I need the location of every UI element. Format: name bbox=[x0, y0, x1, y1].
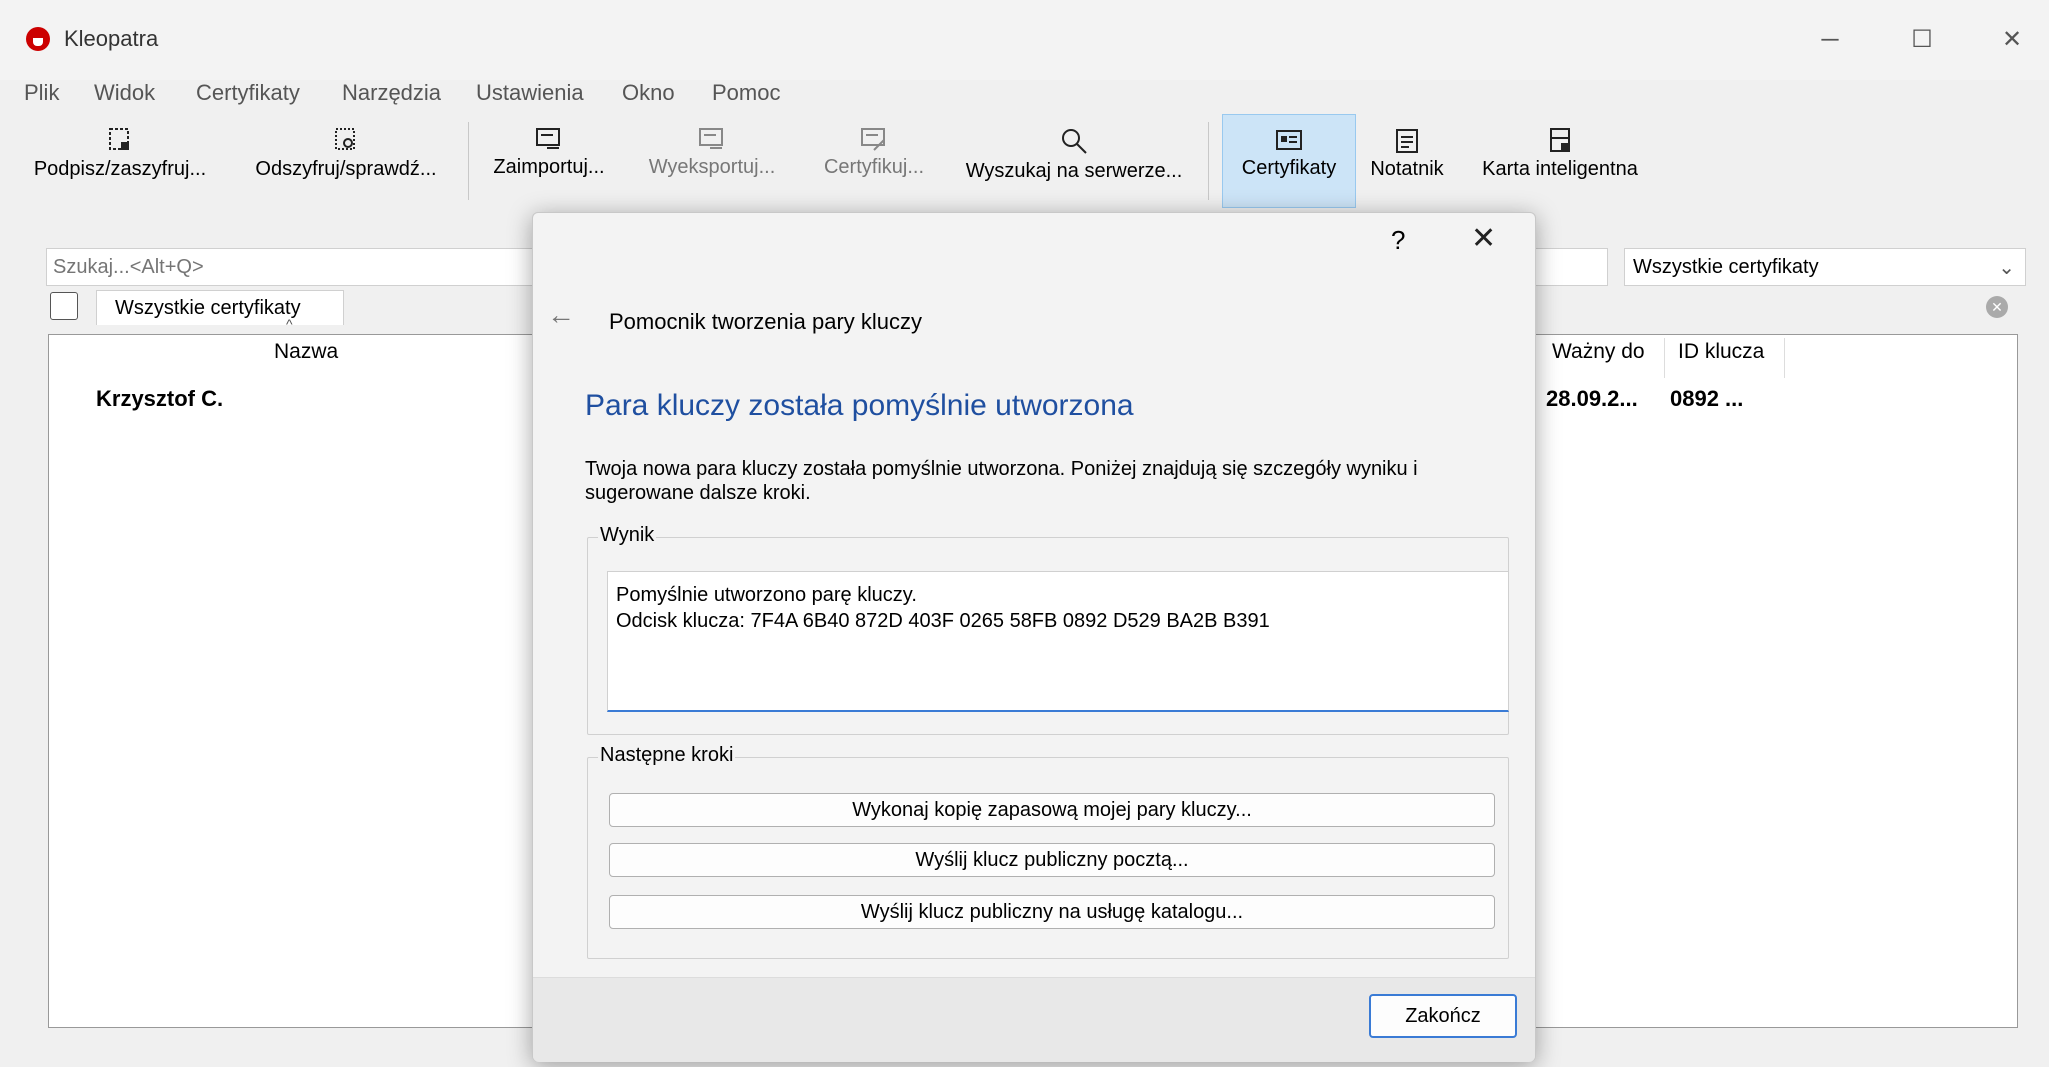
wizard-title: Pomocnik tworzenia pary kluczy bbox=[609, 309, 923, 334]
wizard-heading: Para kluczy została pomyślnie utworzona bbox=[585, 389, 1134, 422]
certificates-view-button[interactable]: Certyfikaty bbox=[1222, 114, 1356, 208]
column-header-name[interactable]: Nazwa bbox=[274, 340, 338, 364]
finish-button[interactable]: Zakończ bbox=[1369, 994, 1517, 1038]
menu-help[interactable]: Pomoc bbox=[712, 80, 780, 106]
help-button[interactable]: ? bbox=[1391, 225, 1405, 256]
title-bar: Kleopatra ─ ☐ ✕ bbox=[0, 0, 2049, 80]
chevron-down-icon: ⌄ bbox=[1998, 257, 2015, 279]
search-icon bbox=[1062, 129, 1087, 154]
result-message: Pomyślnie utworzono parę kluczy. bbox=[616, 584, 917, 606]
import-icon bbox=[536, 128, 560, 149]
kleopatra-logo-icon bbox=[26, 27, 50, 51]
decrypt-verify-button[interactable]: Odszyfruj/sprawdź... bbox=[236, 114, 456, 206]
toolbar-separator bbox=[1208, 122, 1209, 200]
menu-view[interactable]: Widok bbox=[94, 80, 155, 106]
column-header-key-id[interactable]: ID klucza bbox=[1678, 340, 1764, 364]
export-button[interactable]: Wyeksportuj... bbox=[632, 114, 792, 206]
upload-public-key-directory-button[interactable]: Wyślij klucz publiczny na usługę katalog… bbox=[609, 895, 1495, 929]
certificate-icon bbox=[1276, 130, 1302, 150]
decrypt-verify-icon bbox=[335, 128, 355, 150]
toolbar: Podpisz/zaszyfruj... Odszyfruj/sprawdź..… bbox=[0, 110, 2049, 210]
import-button[interactable]: Zaimportuj... bbox=[482, 114, 616, 206]
smartcard-button[interactable]: Karta inteligentna bbox=[1470, 114, 1650, 206]
new-tab-icon[interactable] bbox=[50, 292, 78, 320]
backup-key-pair-button[interactable]: Wykonaj kopię zapasową mojej pary kluczy… bbox=[609, 793, 1495, 827]
menu-certificates[interactable]: Certyfikaty bbox=[196, 80, 300, 106]
back-arrow-icon[interactable]: ← bbox=[547, 299, 575, 331]
column-divider bbox=[1664, 338, 1665, 378]
menu-settings[interactable]: Ustawienia bbox=[476, 80, 584, 106]
result-text-area[interactable]: Pomyślnie utworzono parę kluczy. Odcisk … bbox=[607, 571, 1509, 712]
send-public-key-email-button[interactable]: Wyślij klucz publiczny pocztą... bbox=[609, 843, 1495, 877]
column-divider bbox=[1784, 338, 1785, 378]
sign-encrypt-icon bbox=[109, 128, 129, 150]
smartcard-icon bbox=[1550, 128, 1570, 152]
notepad-button[interactable]: Notatnik bbox=[1362, 114, 1452, 206]
table-row-key-id[interactable]: 0892 ... bbox=[1670, 386, 1743, 412]
lookup-server-button[interactable]: Wyszukaj na serwerze... bbox=[950, 114, 1198, 206]
filter-selected-value: Wszystkie certyfikaty bbox=[1633, 256, 1819, 278]
tab-label: Wszystkie certyfikaty bbox=[115, 297, 301, 319]
toolbar-separator bbox=[468, 122, 469, 200]
key-pair-wizard-dialog: ? ✕ ← Pomocnik tworzenia pary kluczy Par… bbox=[532, 212, 1536, 1062]
certify-icon bbox=[861, 128, 885, 151]
export-icon bbox=[699, 128, 723, 149]
close-dialog-button[interactable]: ✕ bbox=[1471, 221, 1496, 256]
sort-ascending-icon: ^ bbox=[286, 316, 293, 332]
tab-all-certificates[interactable]: Wszystkie certyfikaty bbox=[96, 290, 344, 325]
window-title: Kleopatra bbox=[64, 26, 159, 51]
next-steps-title: Następne kroki bbox=[598, 744, 736, 767]
result-group-title: Wynik bbox=[598, 524, 657, 547]
table-row-valid-until[interactable]: 28.09.2... bbox=[1546, 386, 1638, 412]
menu-tools[interactable]: Narzędzia bbox=[342, 80, 441, 106]
close-window-button[interactable]: ✕ bbox=[1982, 18, 2042, 62]
certificate-filter-select[interactable]: Wszystkie certyfikaty ⌄ bbox=[1624, 248, 2026, 286]
column-header-valid-until[interactable]: Ważny do bbox=[1552, 340, 1645, 364]
certify-button[interactable]: Certyfikuj... bbox=[804, 114, 944, 206]
table-row-name[interactable]: Krzysztof C. bbox=[96, 386, 223, 412]
dialog-footer: Zakończ bbox=[533, 977, 1535, 1062]
maximize-button[interactable]: ☐ bbox=[1892, 18, 1952, 62]
notepad-icon bbox=[1396, 129, 1418, 153]
menu-window[interactable]: Okno bbox=[622, 80, 675, 106]
sign-encrypt-button[interactable]: Podpisz/zaszyfruj... bbox=[20, 114, 220, 206]
key-fingerprint: Odcisk klucza: 7F4A 6B40 872D 403F 0265 … bbox=[616, 610, 1270, 632]
menu-bar: Plik Widok Certyfikaty Narzędzia Ustawie… bbox=[0, 74, 2049, 108]
minimize-button[interactable]: ─ bbox=[1800, 18, 1860, 62]
wizard-description: Twoja nowa para kluczy została pomyślnie… bbox=[585, 458, 1418, 504]
menu-file[interactable]: Plik bbox=[24, 80, 59, 106]
close-tab-icon[interactable]: ✕ bbox=[1986, 296, 2008, 318]
